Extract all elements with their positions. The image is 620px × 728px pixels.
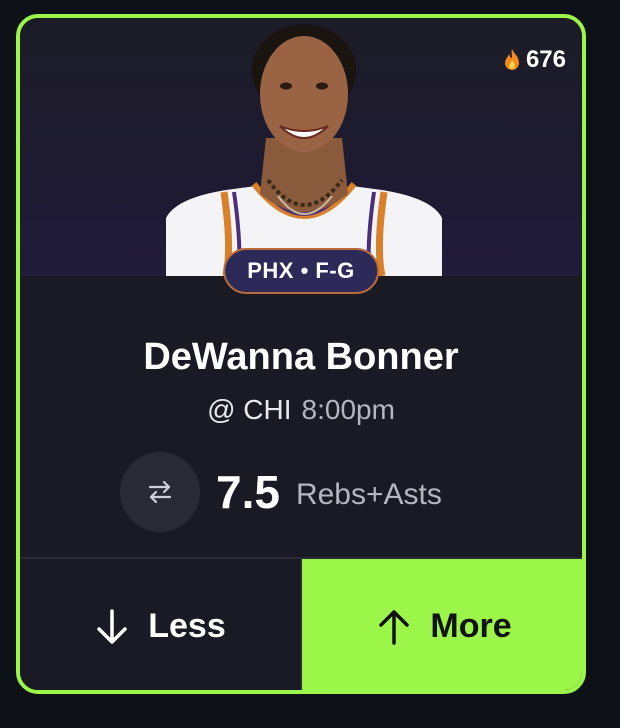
stat-type: Rebs+Asts — [295, 478, 442, 511]
projection-line: 7.5 Rebs+Asts — [120, 452, 442, 532]
player-photo — [166, 24, 442, 276]
hero-area: 676 — [20, 18, 582, 276]
arrow-down-icon — [97, 608, 127, 644]
team-position-badge: PHX • F-G — [223, 248, 379, 294]
more-label: More — [430, 607, 512, 645]
fire-icon — [504, 49, 519, 70]
line-value: 7.5 — [216, 466, 280, 518]
projection-card[interactable]: 676 PHX • F-G DeWanna Bonner @ CHI 8:00p… — [16, 14, 586, 694]
popularity-count: 676 — [525, 46, 566, 73]
opponent: @ CHI — [207, 394, 292, 425]
player-name: DeWanna Bonner — [143, 336, 459, 378]
swap-button[interactable] — [120, 452, 200, 532]
less-label: Less — [148, 607, 226, 645]
game-time: 8:00pm — [301, 394, 395, 425]
more-button[interactable]: More — [302, 559, 582, 690]
swap-arrows-icon — [148, 480, 172, 504]
less-button[interactable]: Less — [20, 559, 300, 690]
matchup-info: @ CHI 8:00pm — [20, 394, 582, 426]
arrow-up-icon — [379, 609, 410, 645]
popularity-indicator: 676 — [502, 46, 566, 74]
